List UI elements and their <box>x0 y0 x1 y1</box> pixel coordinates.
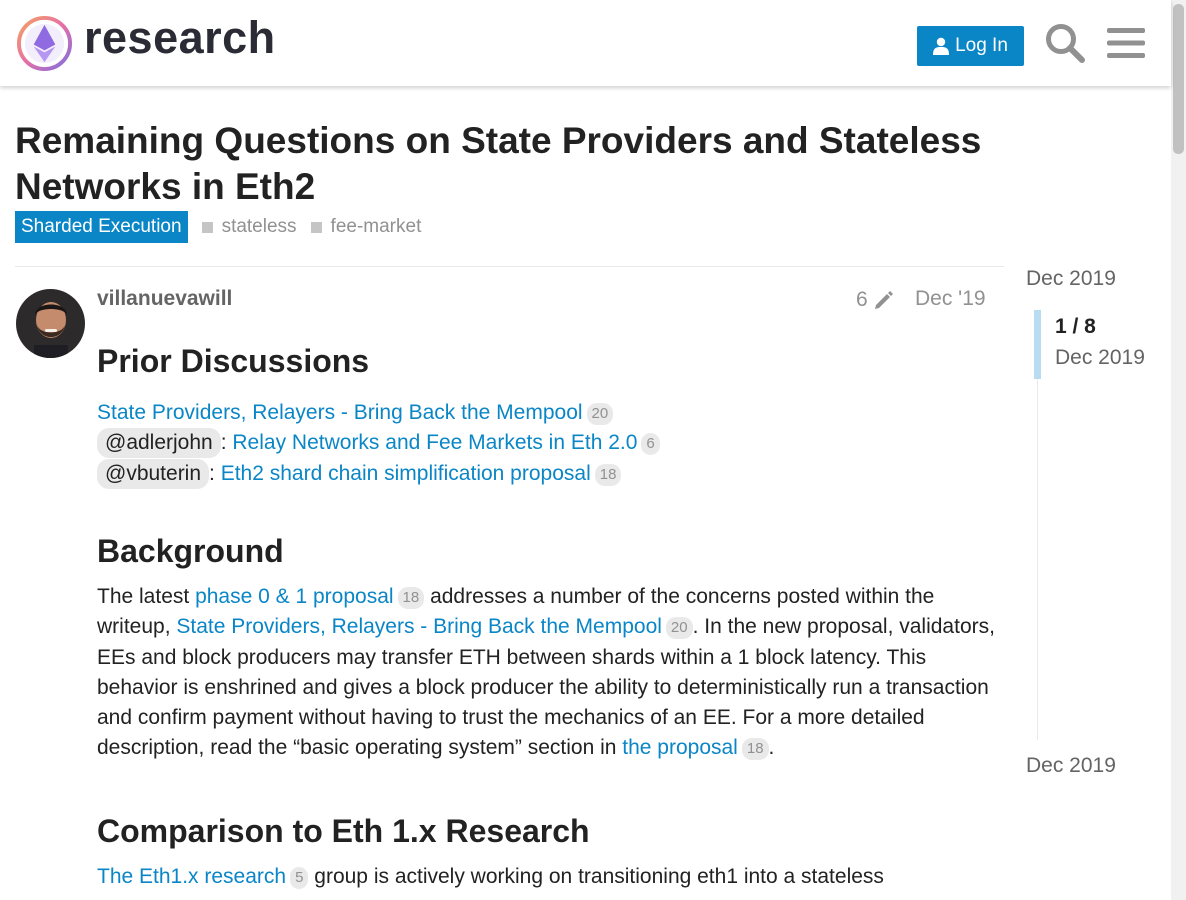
topic-divider <box>15 266 1004 267</box>
section-heading-background: Background <box>97 533 284 569</box>
timeline-handle[interactable] <box>1034 310 1041 379</box>
research-logo-icon[interactable] <box>16 15 73 72</box>
post-author[interactable]: villanuevawill <box>97 287 232 311</box>
list-item: @adlerjohn: Relay Networks and Fee Marke… <box>97 428 997 459</box>
text: group is actively working on transitioni… <box>308 865 884 888</box>
search-icon[interactable] <box>1044 22 1086 64</box>
post-body: Prior Discussions State Providers, Relay… <box>97 340 997 489</box>
tag-label: fee-market <box>330 216 422 237</box>
topic-link[interactable]: the proposal <box>622 736 738 759</box>
login-label: Log In <box>955 35 1008 56</box>
section-heading-prior: Prior Discussions <box>97 343 370 379</box>
text: . <box>768 736 775 760</box>
scrollbar-thumb[interactable] <box>1173 4 1184 154</box>
category-badge[interactable]: Sharded Execution <box>15 211 188 243</box>
link-click-count: 18 <box>594 463 622 486</box>
tag-label: stateless <box>221 216 297 237</box>
topic-link[interactable]: State Providers, Relayers - Bring Back t… <box>97 401 583 424</box>
topic-tags: Sharded Execution stateless fee-market <box>15 211 421 243</box>
text: The latest <box>97 585 196 608</box>
user-mention[interactable]: @adlerjohn <box>97 428 221 459</box>
link-click-count: 18 <box>741 738 769 761</box>
timeline-position-date: Dec 2019 <box>1055 346 1145 369</box>
tag-square-icon <box>201 221 213 233</box>
brand-name[interactable]: research <box>84 12 276 64</box>
avatar[interactable] <box>16 289 85 358</box>
login-button[interactable]: Log In <box>917 26 1024 66</box>
hamburger-menu-icon[interactable] <box>1107 26 1145 60</box>
topic-link[interactable]: Eth2 shard chain simplification proposal <box>221 462 591 485</box>
avatar-image <box>16 289 85 358</box>
list-item: State Providers, Relayers - Bring Back t… <box>97 398 997 428</box>
timeline-start-date[interactable]: Dec 2019 <box>1026 267 1116 291</box>
timeline-position: 1 / 8 <box>1055 315 1096 338</box>
comparison-section: Comparison to Eth 1.x Research The Eth1.… <box>97 810 997 892</box>
paragraph: The latest phase 0 & 1 proposal 18 addres… <box>97 582 997 764</box>
post-date[interactable]: Dec '19 <box>915 287 986 311</box>
list-item: @vbuterin: Eth2 shard chain simplificati… <box>97 458 997 489</box>
pencil-icon <box>874 291 893 309</box>
separator: : <box>220 431 233 455</box>
edit-history-button[interactable]: 6 <box>856 288 894 312</box>
site-header: research Log In <box>0 0 1171 86</box>
topic-link[interactable]: The Eth1.x research <box>97 865 286 888</box>
topic-link[interactable]: Relay Networks and Fee Markets in Eth 2.… <box>232 431 637 454</box>
timeline-end-date[interactable]: Dec 2019 <box>1026 754 1116 778</box>
user-mention[interactable]: @vbuterin <box>97 458 210 489</box>
link-click-count: 6 <box>641 433 660 456</box>
topic-title[interactable]: Remaining Questions on State Providers a… <box>15 118 1025 210</box>
tag-stateless[interactable]: stateless <box>201 216 297 238</box>
link-click-count: 5 <box>290 867 309 889</box>
link-click-count: 20 <box>665 617 693 640</box>
tag-square-icon <box>310 221 322 233</box>
link-click-count: 18 <box>397 587 425 609</box>
section-heading-comparison: Comparison to Eth 1.x Research <box>97 813 590 849</box>
topic-link[interactable]: State Providers, Relayers - Bring Back t… <box>176 615 662 638</box>
paragraph: The Eth1.x research 5 group is actively w… <box>97 862 997 892</box>
edit-count: 6 <box>856 288 868 311</box>
link-click-count: 20 <box>586 403 614 425</box>
user-icon <box>933 37 950 55</box>
separator: : <box>209 461 221 485</box>
tag-fee-market[interactable]: fee-market <box>310 216 422 238</box>
background-section: Background The latest phase 0 & 1 propos… <box>97 530 997 764</box>
topic-link[interactable]: phase 0 & 1 proposal <box>195 585 393 608</box>
